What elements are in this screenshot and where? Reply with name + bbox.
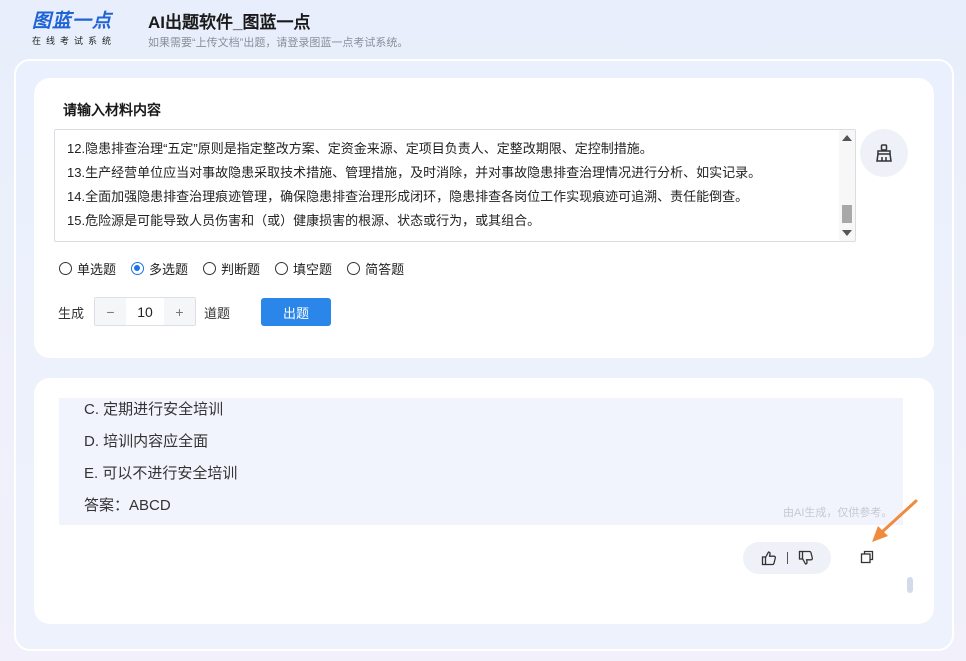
result-line: E. 可以不进行安全培训 [84, 465, 238, 482]
feedback-divider [786, 552, 788, 564]
output-scroll-thumb[interactable] [907, 577, 913, 593]
generate-suffix-label: 道题 [204, 306, 231, 321]
scroll-up-arrow-icon[interactable] [842, 135, 852, 141]
broom-icon [876, 144, 892, 162]
generate-button[interactable]: 出题 [261, 298, 331, 326]
radio-short-answer[interactable]: 简答题 [347, 259, 404, 277]
result-line: D. 培训内容应全面 [84, 433, 209, 450]
copy-button[interactable] [857, 547, 877, 567]
radio-single-choice[interactable]: 单选题 [59, 259, 116, 277]
dislike-button[interactable] [796, 548, 816, 568]
material-line: 14.全面加强隐患排查治理痕迹管理，确保隐患排查治理形成闭环，隐患排查各岗位工作… [67, 189, 749, 204]
page-title: AI出题软件_图蓝一点 [148, 13, 311, 32]
quantity-stepper: − 10 + [94, 297, 196, 326]
radio-label: 单选题 [77, 261, 117, 277]
radio-label: 填空题 [293, 261, 333, 277]
result-line: C. 定期进行安全培训 [84, 401, 224, 418]
app-header: 图蓝一点 在线考试系统 AI出题软件_图蓝一点 如果需要“上传文档”出题，请登录… [0, 0, 966, 58]
answer-line: 答案：ABCD [84, 497, 171, 514]
radio-circle[interactable] [347, 261, 361, 275]
material-textarea[interactable]: 12.隐患排查治理“五定”原则是指定整改方案、定资金来源、定项目负责人、定整改期… [54, 129, 856, 242]
result-content: C. 定期进行安全培训 D. 培训内容应全面 E. 可以不进行安全培训 答案：A… [59, 398, 903, 525]
generate-prefix-label: 生成 [58, 306, 85, 321]
radio-true-false[interactable]: 判断题 [203, 259, 260, 277]
like-button[interactable] [759, 548, 779, 568]
increment-button[interactable]: + [164, 298, 195, 325]
scroll-down-arrow-icon[interactable] [842, 230, 852, 236]
page-subtitle: 如果需要“上传文档”出题，请登录图蓝一点考试系统。 [148, 37, 409, 49]
decrement-button[interactable]: − [95, 298, 126, 325]
radio-circle-checked[interactable] [131, 261, 145, 275]
radio-label: 简答题 [365, 261, 405, 277]
radio-multiple-choice[interactable]: 多选题 [131, 259, 188, 277]
quantity-input[interactable]: 10 [126, 298, 164, 325]
logo-main-text: 图蓝一点 [32, 10, 113, 32]
material-label: 请输入材料内容 [63, 102, 161, 118]
radio-label: 判断题 [221, 261, 261, 277]
radio-circle[interactable] [203, 261, 217, 275]
scroll-thumb[interactable] [842, 205, 852, 223]
thumbs-up-icon [761, 551, 776, 566]
logo-sub-text: 在线考试系统 [32, 36, 117, 46]
material-line: 13.生产经营单位应当对事故隐患采取技术措施、管理措施，及时消除，并对事故隐患排… [67, 165, 762, 180]
radio-label: 多选题 [149, 261, 189, 277]
feedback-group [743, 542, 831, 574]
question-type-group: 单选题 多选题 判断题 填空题 简答题 [59, 259, 419, 277]
material-line: 15.危险源是可能导致人员伤害和（或）健康损害的根源、状态或行为，或其组合。 [67, 213, 541, 228]
radio-fill-blank[interactable]: 填空题 [275, 259, 332, 277]
copy-icon [860, 550, 874, 564]
thumbs-down-icon [798, 550, 813, 565]
textarea-scrollbar[interactable] [839, 130, 855, 241]
material-line: 12.隐患排查治理“五定”原则是指定整改方案、定资金来源、定项目负责人、定整改期… [67, 141, 653, 156]
radio-circle[interactable] [275, 261, 289, 275]
clear-button[interactable] [860, 129, 908, 177]
annotation-arrow-icon [872, 499, 918, 542]
logo: 图蓝一点 在线考试系统 [32, 10, 128, 48]
radio-circle[interactable] [59, 261, 72, 275]
